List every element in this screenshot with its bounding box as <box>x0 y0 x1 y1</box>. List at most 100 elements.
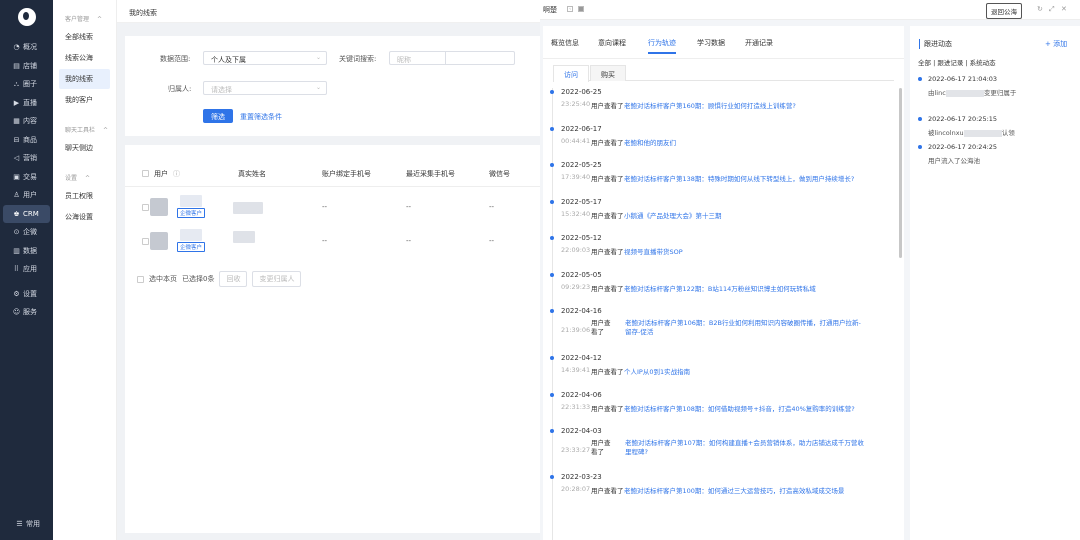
nav-item-2[interactable]: ⛬ 圈子 <box>3 75 50 93</box>
expand-icon[interactable]: ‹ <box>567 6 573 12</box>
follow-up-filters[interactable]: 全部 | 跟进记录 | 系统动态 <box>918 57 996 67</box>
event-target-link[interactable]: 视频号直播带货SOP <box>624 246 683 256</box>
event-target-link[interactable]: 小鹅通《产品处理大会》第十三期 <box>624 210 722 220</box>
nav-item-0[interactable]: ◔ 概况 <box>3 38 50 56</box>
tab-1[interactable]: 意向课程 <box>598 38 626 48</box>
nav-icon: ⊙ <box>13 228 20 236</box>
submenu-group-title[interactable]: 客户管理 ^ <box>53 0 116 27</box>
refresh-icon[interactable]: ↻ <box>1037 5 1043 13</box>
nav-item-6[interactable]: ◁ 营销 <box>3 149 50 167</box>
event-target-link[interactable]: 老鲍对话标杆客户第122期：B站114万粉丝知识博主如何玩转私域 <box>624 283 816 293</box>
bound-phone: -- <box>322 203 328 211</box>
table-row[interactable]: 企微客户 -- -- -- <box>125 191 540 224</box>
follow-up-filter-text[interactable]: 全部 | 跟进记录 | 系统动态 <box>918 59 996 67</box>
recycle-button[interactable]: 回收 <box>219 271 248 287</box>
keyword-field-select[interactable]: 昵称 <box>389 51 515 65</box>
nav-item-10[interactable]: ⊙ 企微 <box>3 223 50 241</box>
close-icon[interactable]: ✕ <box>1061 5 1067 13</box>
submenu-item[interactable]: 员工权限 <box>59 186 110 206</box>
submenu-item[interactable]: 我的线索 <box>59 69 110 89</box>
event-action: 用户查看了 <box>591 285 624 293</box>
table-row[interactable]: 企微客户 -- -- -- <box>125 225 540 258</box>
nav-item-13[interactable]: ⚙ 设置 <box>3 285 50 303</box>
event-date: 2022-05-17 <box>561 198 602 206</box>
nav-icon: ⠿ <box>13 265 20 273</box>
selected-count: 已选择0条 <box>182 275 215 283</box>
nav-item-1[interactable]: ▤ 店铺 <box>3 57 50 75</box>
event-target-link[interactable]: 老鲍对话标杆客户第138期：特殊时期如何从线下转型线上，做到用户持续增长? <box>624 173 854 183</box>
nav-item-11[interactable]: ▥ 数据 <box>3 242 50 260</box>
scrollbar[interactable] <box>899 88 902 258</box>
record-desc-pre: 由linc <box>928 89 946 97</box>
submenu-item[interactable]: 聊天侧边 <box>59 138 110 158</box>
app-logo[interactable] <box>17 8 36 26</box>
nav-item-label: 设置 <box>23 289 37 298</box>
nav-item-3[interactable]: ▶ 直播 <box>3 94 50 112</box>
nav-favorites[interactable]: ☰ 常用 <box>6 515 40 533</box>
event-target-link[interactable]: 老鲍对话标杆客户第107期：如何构建直播+会员营销体系，助力店铺达成千万营收里程… <box>625 439 865 457</box>
reset-filter-link[interactable]: 重置筛选条件 <box>240 112 282 122</box>
timeline-dot <box>550 309 554 313</box>
search-button[interactable]: 筛选 <box>203 109 233 123</box>
submenu-item[interactable]: 线索公海 <box>59 48 110 68</box>
select-page-checkbox[interactable] <box>137 275 144 283</box>
submenu-item[interactable]: 公海设置 <box>59 207 110 227</box>
col-wechat: 微信号 <box>489 170 510 178</box>
event-action: 用户查看了 <box>591 405 624 413</box>
chevron-up-icon: ^ <box>103 127 109 134</box>
submenu-item[interactable]: 我的客户 <box>59 90 110 110</box>
event-time: 15:32:40 <box>561 210 591 218</box>
record-desc-post: 变更归属于 <box>983 89 1017 97</box>
record-dot <box>918 117 922 121</box>
nav-item-9[interactable]: ♚ CRM <box>3 204 50 223</box>
submenu-group-title[interactable]: 聊天工具栏 ^ <box>53 111 116 138</box>
event-date: 2022-05-25 <box>561 161 602 169</box>
recent-phone: -- <box>406 203 412 211</box>
record-desc-post: 认领 <box>1001 129 1015 137</box>
tab-0[interactable]: 概览信息 <box>551 38 579 48</box>
row-checkbox[interactable] <box>142 238 149 245</box>
nav-icon: ▣ <box>13 172 20 181</box>
main-nav: ◔ 概况 ▤ 店铺 ⛬ 圈子 ▶ 直播 ▦ 内容 ⊟ 商品 ◁ 营销 ▣ 交易 ♙ 用户 ♚ CRM ⊙ 企微 ▥ 数据 ⠿ 应用… <box>0 0 53 540</box>
nav-item-4[interactable]: ▦ 内容 <box>3 112 50 130</box>
nav-item-14[interactable]: ☺ 服务 <box>3 303 50 321</box>
record-time: 2022-06-17 20:24:25 <box>928 143 998 151</box>
return-to-pool-button[interactable]: 退回公海 <box>986 3 1022 19</box>
nav-item-5[interactable]: ⊟ 商品 <box>3 131 50 149</box>
tab-2[interactable]: 行为轨迹 <box>648 38 676 54</box>
submenu-item[interactable]: 全部线索 <box>59 27 110 47</box>
row-checkbox[interactable] <box>142 204 149 211</box>
event-target-link[interactable]: 老鲍对话标杆客户第160期：顾惧行业如何打造线上训练营? <box>624 100 796 110</box>
event-action: 用户查看了 <box>591 439 611 456</box>
add-follow-up-button[interactable]: + 添加 <box>1045 39 1067 49</box>
nav-item-label: 交易 <box>23 172 37 181</box>
record-dot <box>918 77 922 81</box>
event-target-link[interactable]: 个人IP从0到1实战指南 <box>624 366 690 376</box>
nav-item-12[interactable]: ⠿ 应用 <box>3 260 50 278</box>
timeline-dot <box>550 163 554 167</box>
tab-3[interactable]: 学习数据 <box>697 38 725 48</box>
event-target-link[interactable]: 老鲍对话标杆客户第108期：如何借助视频号+抖音，打造40%复购率的训练营? <box>624 403 855 413</box>
event-action: 用户查看了 <box>591 487 624 495</box>
nav-icon: ▶ <box>13 98 20 107</box>
scope-select[interactable]: 个人及下属 ⌄ <box>203 51 327 65</box>
event-target-link[interactable]: 老鲍对话标杆客户第100期：如何通过三大运营技巧，打造高效私域成交场景 <box>624 485 844 495</box>
submenu-group-label: 聊天工具栏 <box>65 127 96 134</box>
event-action: 用户查看了 <box>591 139 624 147</box>
submenu-group-title[interactable]: 设置 ^ <box>53 159 116 186</box>
nav-item-8[interactable]: ♙ 用户 <box>3 186 50 204</box>
profile-icon[interactable] <box>578 6 584 12</box>
subtab-visit[interactable]: 访问 <box>553 65 589 82</box>
fullscreen-icon[interactable]: ⤢ <box>1049 5 1055 14</box>
tab-4[interactable]: 开通记录 <box>745 38 773 48</box>
nav-icon: ▦ <box>13 117 20 125</box>
event-target-link[interactable]: 老鲍对话标杆客户第106期：B2B行业如何利用知识内容破圈传播，打通用户拉新-留… <box>625 319 865 337</box>
col-recent-phone: 最近采集手机号 <box>406 170 455 178</box>
owner-select[interactable]: 请选择 ⌄ <box>203 81 327 95</box>
change-owner-button[interactable]: 变更归属人 <box>252 271 302 287</box>
event-target-link[interactable]: 老鲍和他的朋友们 <box>624 137 676 147</box>
nav-item-label: 商品 <box>23 135 37 144</box>
nav-item-7[interactable]: ▣ 交易 <box>3 168 50 186</box>
subtab-purchase[interactable]: 购买 <box>590 65 626 81</box>
select-all-checkbox[interactable] <box>142 169 149 177</box>
